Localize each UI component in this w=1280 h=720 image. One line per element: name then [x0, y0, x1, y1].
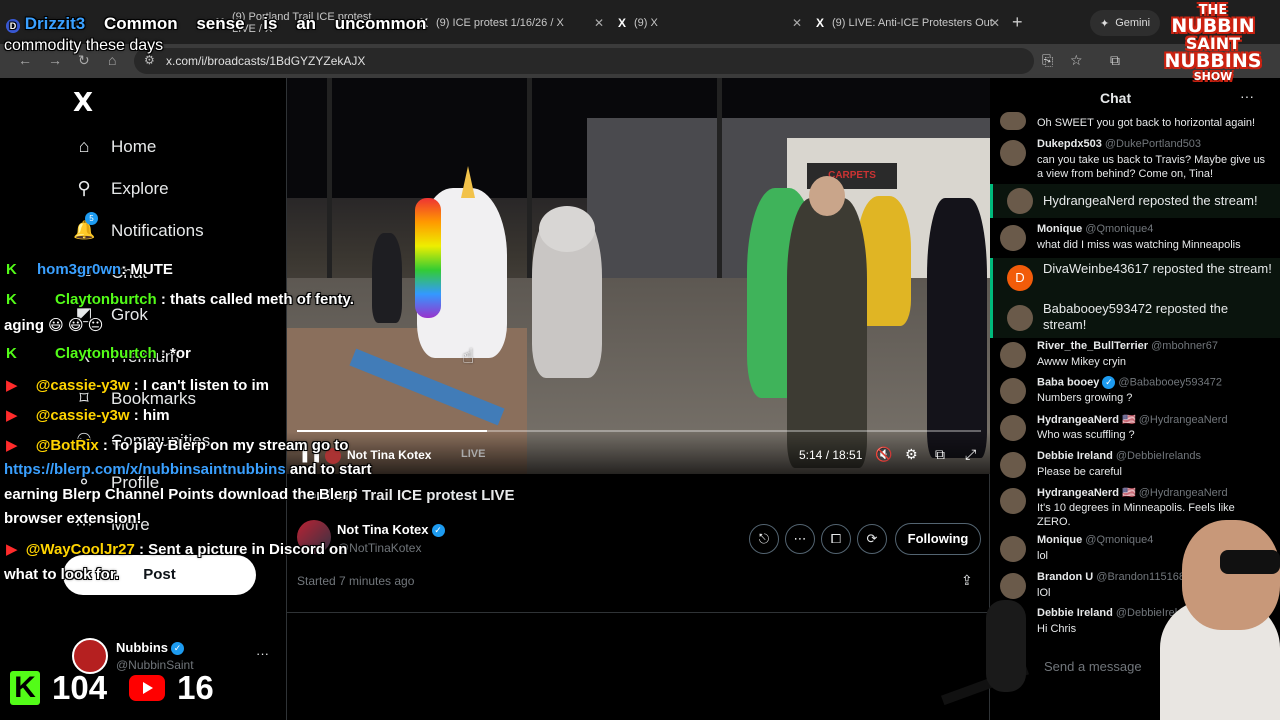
more-icon[interactable]: ⋯ [785, 524, 815, 554]
following-button[interactable]: Following [895, 523, 981, 555]
url-field[interactable]: ⚙ x.com/i/broadcasts/1BdGYZYZekAJX [134, 48, 1034, 74]
close-icon[interactable]: ✕ [792, 16, 802, 30]
avatar [1000, 342, 1026, 368]
share-icon[interactable]: ⇪ [961, 572, 973, 589]
webcam-streamer [1160, 490, 1280, 720]
sidebar-item-home[interactable]: ⌂ Home [73, 136, 157, 157]
live-badge: LIVE [461, 448, 486, 460]
overlay-chat-line: https://blerp.com/x/nubbinsaintnubbins a… [4, 461, 372, 478]
youtube-badge-icon: ▶ [6, 407, 18, 424]
host-name: Not Tina Kotex [337, 522, 429, 537]
repost-notice: HydrangeaNerd reposted the stream! [990, 184, 1280, 218]
browser-tab[interactable]: X (9) X ✕ [610, 8, 806, 38]
overlay-chat-line: ▶ @BotRix : To play Blerp on my stream g… [6, 437, 349, 454]
overlay-chat-line: what to look for. [4, 566, 119, 583]
youtube-badge-icon: ▶ [6, 377, 18, 394]
kick-badge-icon: K [6, 291, 17, 308]
more-icon[interactable]: ··· [256, 646, 269, 661]
dock-icon[interactable]: ⧉ [935, 446, 945, 463]
repost-icon[interactable]: ⟳ [857, 524, 887, 554]
install-icon[interactable]: ⎘ [1042, 52, 1053, 69]
left-sidebar: X ⌂ Home ⚲ Explore 🔔 5 Notifications ✉ C… [0, 78, 286, 720]
overlay-chat-line: ▶ @cassie-y3w : I can't listen to im [6, 377, 269, 394]
overlay-chat-line: browser extension! [4, 510, 142, 527]
browser-tab[interactable]: X (9) LIVE: Anti-ICE Protesters Out ✕ [808, 8, 1004, 38]
mute-icon[interactable]: 🔇 [875, 446, 892, 463]
overlay-chat-line: earning Blerp Channel Points download th… [4, 486, 358, 503]
avatar [1000, 452, 1026, 478]
overlay-chat-line: aging 😃 😃 😐 [4, 317, 104, 334]
started-time: Started 7 minutes ago [297, 574, 415, 588]
notification-badge: 5 [85, 212, 98, 225]
avatar [1000, 225, 1026, 251]
site-info-icon[interactable]: ⚙ [144, 53, 155, 67]
overlay-top-message: D Drizzit3 Common sense is an uncommon [6, 14, 426, 34]
microphone [986, 600, 1026, 692]
youtube-viewer-count: 16 [177, 669, 214, 706]
search-icon: ⚲ [77, 178, 91, 198]
show-logo: THE NUBBIN SAINT NUBBINS SHOW [1164, 3, 1262, 83]
home-icon: ⌂ [78, 136, 90, 156]
video-progress-fill [297, 430, 488, 432]
sparkle-icon: ✦ [1100, 17, 1110, 30]
sidebar-item-explore[interactable]: ⚲ Explore [73, 178, 168, 199]
avatar [1000, 536, 1026, 562]
close-icon[interactable]: ✕ [594, 16, 604, 30]
video-player[interactable]: CARPETS ❚❚ Not Tina Kotex LIVE 5:14 / 18… [287, 78, 991, 474]
youtube-badge-icon: ▶ [6, 541, 18, 558]
exit-icon[interactable]: ⎋ [749, 524, 779, 554]
kick-viewer-count: 104 [52, 669, 108, 706]
overlay-chat-line: ▶ @cassie-y3w : him [6, 407, 170, 424]
browser-tab[interactable]: X (9) ICE protest 1/16/26 / X ✕ [412, 8, 608, 38]
avatar [1000, 415, 1026, 441]
overlay-chat-line: ▶ @WayCoolJr27 : Sent a picture in Disco… [6, 541, 348, 558]
avatar [1007, 305, 1033, 331]
avatar [1000, 140, 1026, 166]
bell-icon: 🔔 5 [73, 212, 98, 241]
user-badge-icon: D [6, 19, 20, 33]
chat-title: Chat [1100, 90, 1132, 106]
video-progress-bar[interactable] [297, 430, 981, 432]
x-logo-icon: X [816, 16, 825, 30]
avatar [1007, 188, 1033, 214]
kick-logo-icon: K [10, 671, 40, 705]
star-icon[interactable]: ☆ [1070, 52, 1083, 69]
avatar [1000, 573, 1026, 599]
verified-badge-icon: ✓ [431, 524, 445, 538]
broadcast-column: CARPETS ❚❚ Not Tina Kotex LIVE 5:14 / 18… [286, 78, 991, 720]
avatar [1000, 488, 1026, 514]
fullscreen-icon[interactable]: ⤢ [965, 446, 976, 463]
overlay-chat-line: K Claytonburtch : *or [6, 345, 191, 362]
overlay-top-message-line2: commodity these days [4, 37, 164, 54]
avatar: D [1007, 265, 1033, 291]
verified-badge-icon: ✓ [171, 642, 184, 656]
x-logo-icon: X [618, 16, 627, 30]
sidebar-item-notifications[interactable]: 🔔 5 Notifications [73, 212, 204, 241]
x-logo[interactable]: X [73, 88, 93, 118]
close-icon[interactable]: ✕ [990, 16, 1000, 30]
repost-notice: Bababooey593472 reposted the stream! [990, 298, 1280, 338]
video-time: 5:14 / 18:51 [799, 448, 863, 462]
overlay-chat-line: K Claytonburtch : thats called meth of f… [6, 291, 354, 308]
sunglasses [1220, 550, 1280, 574]
youtube-badge-icon: ▶ [6, 437, 18, 454]
divider [287, 612, 991, 613]
overlay-chat-line: K hom3gr0wn: MUTE [6, 261, 173, 278]
gear-icon[interactable]: ⚙ [905, 446, 918, 463]
kick-badge-icon: K [6, 345, 17, 362]
avatar [1000, 112, 1026, 130]
address-bar-row: ← → ↻ ⌂ ⚙ x.com/i/broadcasts/1BdGYZYZekA… [0, 44, 1280, 78]
kick-badge-icon: K [6, 261, 17, 278]
hand-cursor-icon: ☝ [462, 346, 475, 368]
youtube-logo-icon [129, 675, 166, 701]
repost-notice: D DivaWeinbe43617 reposted the stream! [990, 258, 1280, 298]
host-handle: @NotTinaKotex [337, 541, 422, 555]
pip-icon[interactable]: ⧠ [821, 524, 851, 554]
verified-badge-icon: ✓ [1102, 376, 1116, 389]
extensions-icon[interactable]: ⧉ [1110, 52, 1120, 69]
new-tab-button[interactable]: + [1012, 12, 1023, 33]
viewer-counter: K 104 16 [10, 668, 214, 708]
avatar [1000, 378, 1026, 404]
